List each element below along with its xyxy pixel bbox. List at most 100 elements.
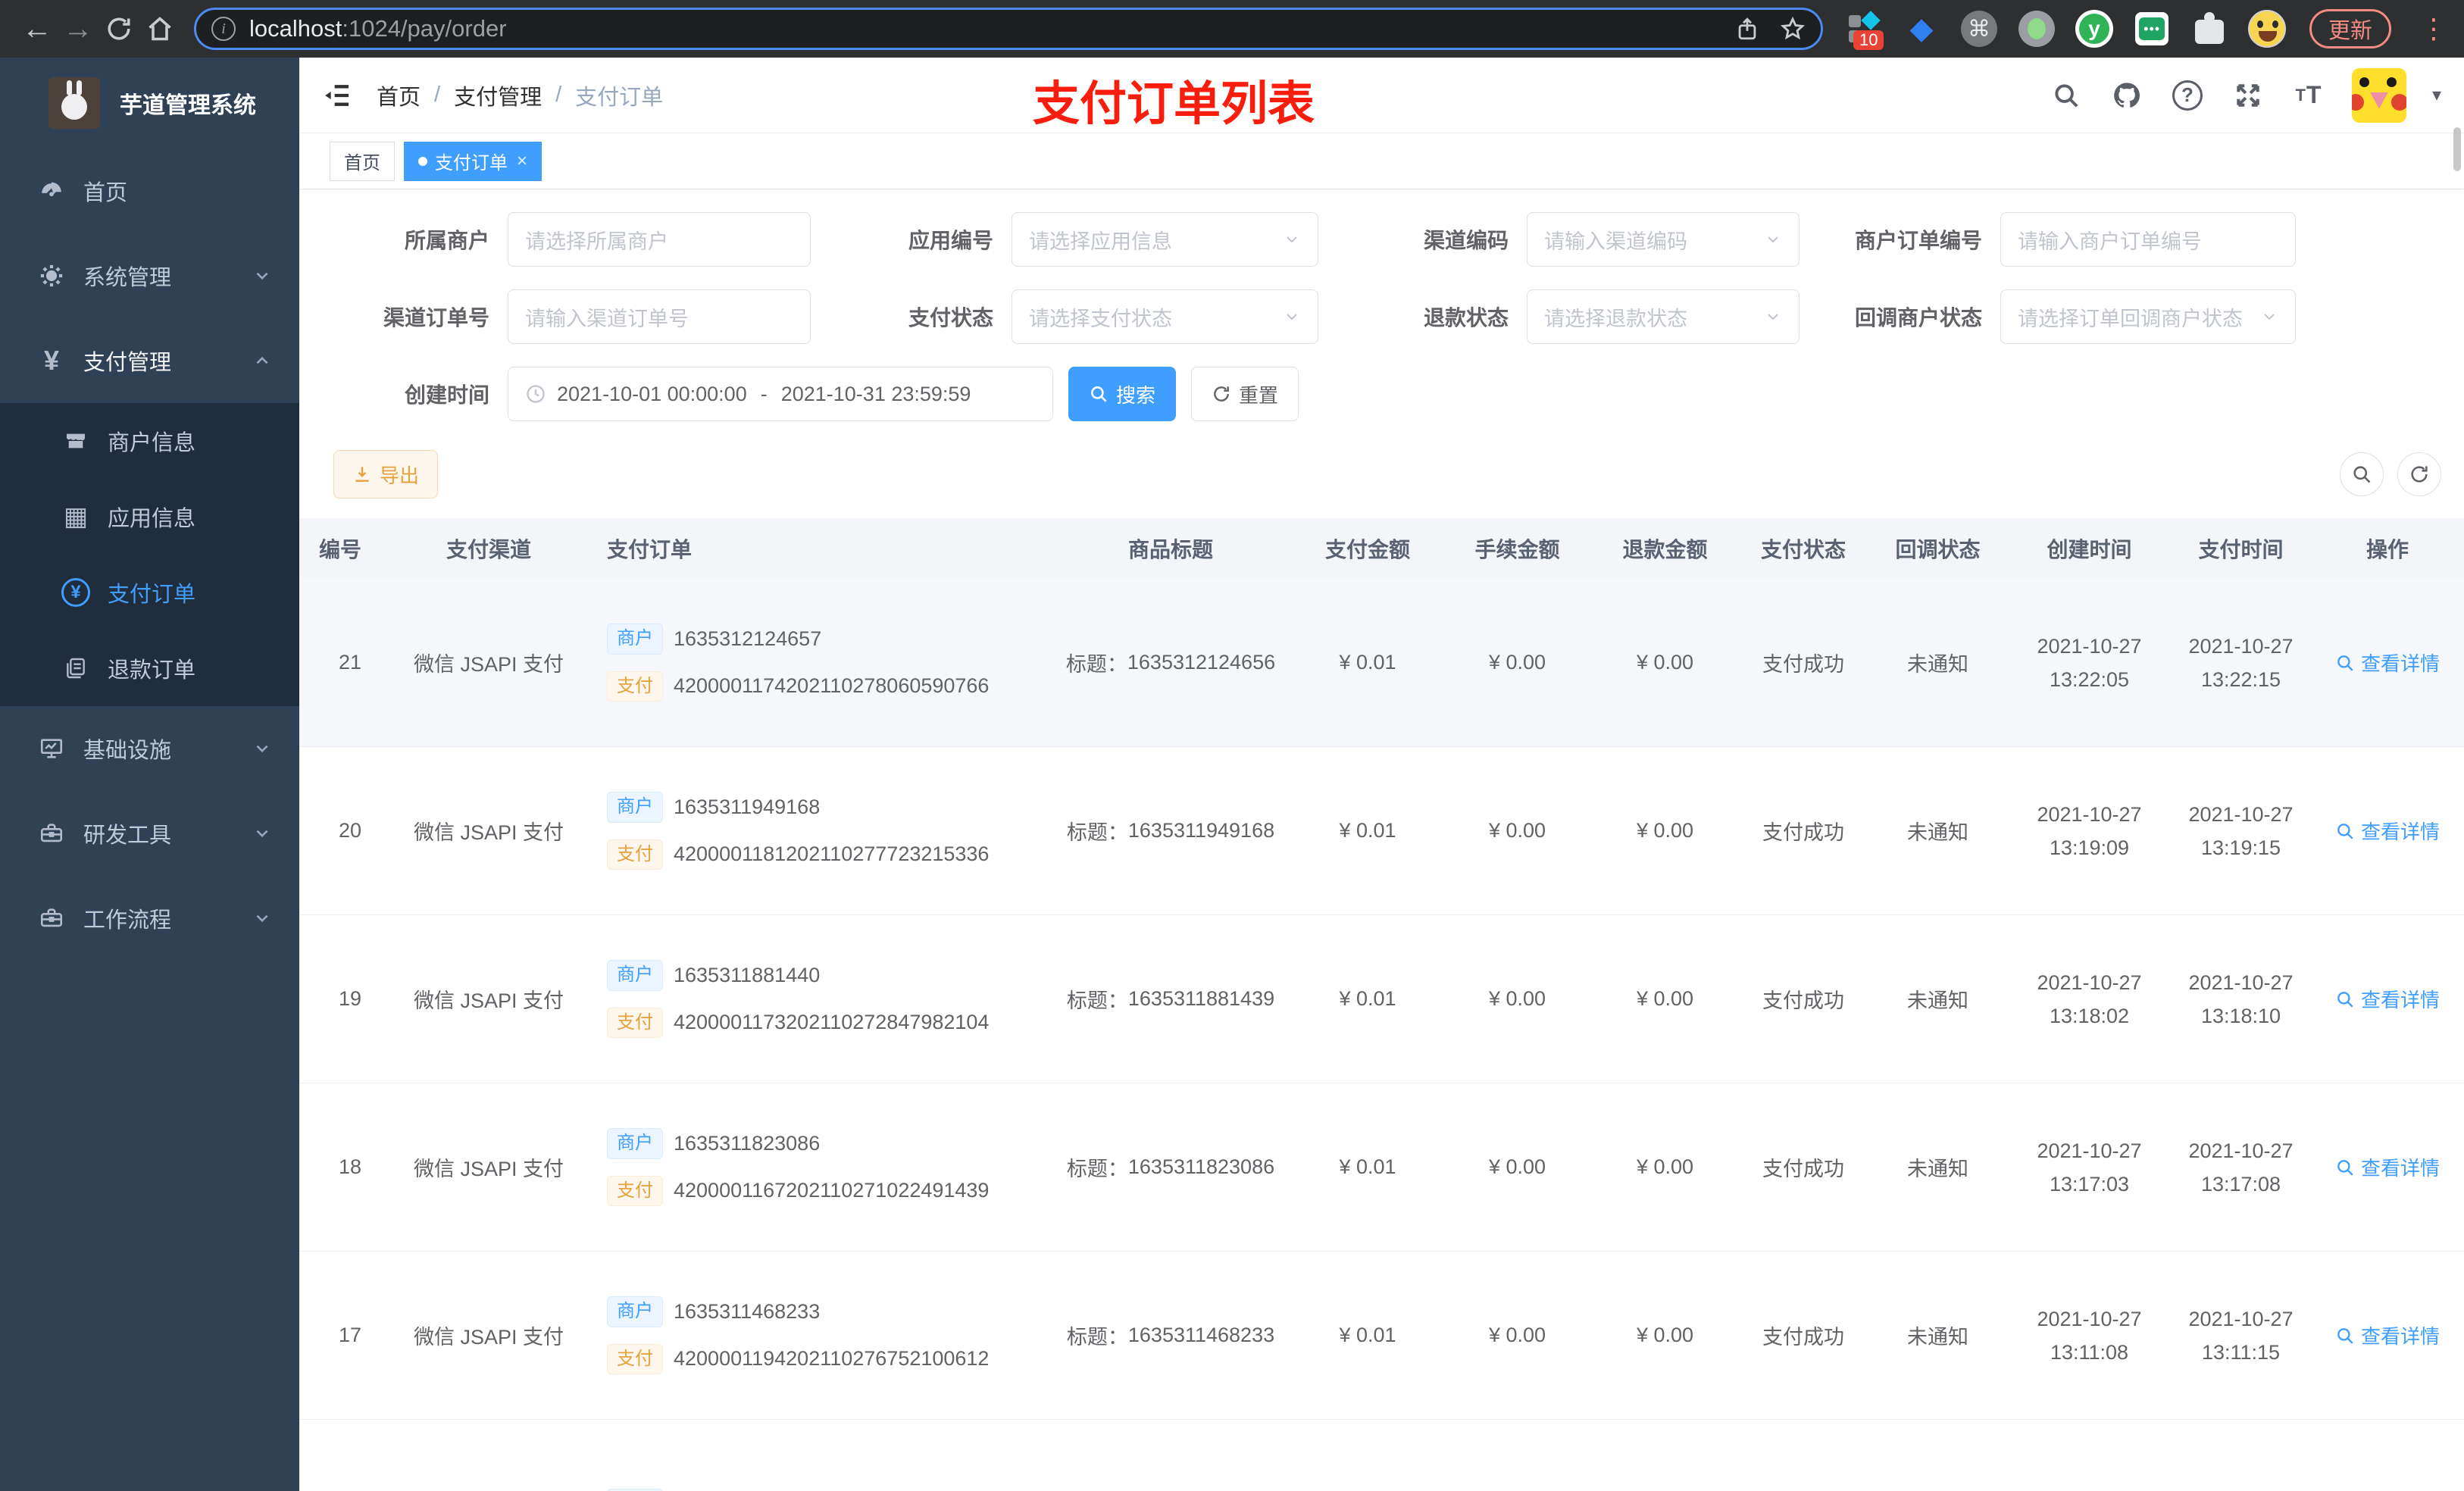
view-detail-link[interactable]: 查看详情 <box>2335 1153 2440 1181</box>
channel-code-label: 渠道编码 <box>1423 229 1509 252</box>
avatar[interactable] <box>2351 67 2406 123</box>
sidebar-item-app-info[interactable]: ▦ 应用信息 <box>0 479 299 555</box>
date-start-value: 2021-10-01 00:00:00 <box>557 382 747 405</box>
share-icon[interactable] <box>1734 16 1760 42</box>
chevron-down-icon <box>252 739 272 758</box>
sidebar-item-refund-order[interactable]: 退款订单 <box>0 630 299 706</box>
document-icon <box>59 656 92 680</box>
extension-badge-icon[interactable]: 10 <box>1844 9 1884 50</box>
avatar-caret-icon[interactable]: ▾ <box>2432 84 2441 106</box>
coin-yen-icon: ¥ <box>59 578 92 607</box>
help-icon[interactable]: ? <box>2170 78 2205 113</box>
reset-button[interactable]: 重置 <box>1191 367 1299 421</box>
shop-icon <box>59 429 92 453</box>
chevron-down-icon <box>1283 230 1301 248</box>
view-detail-link[interactable]: 查看详情 <box>2335 649 2440 677</box>
table-row: 19 微信 JSAPI 支付 商户 1635311881440 支付 4200001… <box>299 915 2464 1083</box>
recorder-extension-icon[interactable] <box>2017 9 2056 48</box>
merchant-tag: 商户 <box>607 623 663 655</box>
pay-status-select[interactable]: 请选择支付状态 <box>1012 289 1318 344</box>
refresh-button[interactable] <box>2397 452 2441 496</box>
tab-pay-order[interactable]: 支付订单 × <box>404 141 543 181</box>
pay-tag: 支付 <box>607 839 663 871</box>
channel-code-select[interactable]: 请输入渠道编码 <box>1527 212 1800 267</box>
breadcrumb-home[interactable]: 首页 <box>377 80 421 111</box>
home-icon[interactable] <box>139 8 180 49</box>
sidebar-item-merchant-info[interactable]: 商户信息 <box>0 403 299 479</box>
app-select[interactable]: 请选择应用信息 <box>1012 212 1318 267</box>
view-detail-link[interactable]: 查看详情 <box>2335 1321 2440 1349</box>
command-extension-icon[interactable]: ⌘ <box>1959 9 1999 48</box>
sidebar-item-home[interactable]: 首页 <box>0 148 299 233</box>
merchant-order-no: 1635311468233 <box>674 1299 821 1323</box>
filter-row-3: 创建时间 2021-10-01 00:00:00 - 2021-10-31 23… <box>299 367 2464 421</box>
puzzle-extension-icon[interactable] <box>2190 9 2229 48</box>
github-icon[interactable] <box>2109 78 2144 113</box>
gem-extension-icon[interactable]: ◆ <box>1902 9 1941 48</box>
pay-status-label: 支付状态 <box>908 306 993 330</box>
table-row-partial: 商户1635311354736 <box>299 1420 2464 1491</box>
merchant-tag: 商户 <box>607 1296 663 1327</box>
channel-order-label: 渠道订单号 <box>383 306 489 330</box>
channel-order-no: 4200001167202110271022491439 <box>674 1179 990 1202</box>
sidebar: 芋道管理系统 首页 系统管理 ¥ 支付管理 商户信息 ▦ 应用信息 ¥ 支付订单… <box>0 58 299 1491</box>
search-icon[interactable] <box>2049 78 2084 113</box>
toolbox-icon <box>33 905 70 931</box>
channel-order-no: 4200001173202110272847982104 <box>674 1011 990 1034</box>
collapse-sidebar-icon[interactable] <box>322 80 352 111</box>
refund-status-select[interactable]: 请选择退款状态 <box>1527 289 1800 344</box>
callback-status-select[interactable]: 请选择订单回调商户状态 <box>2000 289 2296 344</box>
pay-tag: 支付 <box>607 1007 663 1039</box>
forward-icon[interactable]: → <box>58 8 98 49</box>
reload-icon[interactable] <box>98 8 139 49</box>
chevron-down-icon <box>1764 230 1782 248</box>
chevron-down-icon <box>1283 308 1301 326</box>
toggle-search-button[interactable] <box>2340 452 2384 496</box>
date-end-value: 2021-10-31 23:59:59 <box>780 382 971 405</box>
gear-icon <box>33 263 70 289</box>
merchant-order-input[interactable]: 请输入商户订单编号 <box>2000 212 2296 267</box>
callback-status-label: 回调商户状态 <box>1854 306 1982 330</box>
breadcrumb-current: 支付订单 <box>575 85 664 110</box>
top-navbar: 首页 / 支付管理 / 支付订单 ? TT ▾ <box>299 58 2464 133</box>
export-button[interactable]: 导出 <box>333 450 439 499</box>
page-scrollbar-thumb[interactable] <box>2453 127 2461 171</box>
view-detail-link[interactable]: 查看详情 <box>2335 985 2440 1013</box>
chevron-up-icon <box>252 351 272 370</box>
yuque-extension-icon[interactable]: y <box>2075 9 2114 48</box>
browser-update-button[interactable]: 更新 <box>2309 9 2391 48</box>
active-dot-icon <box>418 156 427 166</box>
smiley-extension-icon[interactable] <box>2247 9 2287 48</box>
address-bar[interactable]: i localhost:1024/pay/order <box>194 8 1823 50</box>
tab-home[interactable]: 首页 <box>330 141 395 181</box>
close-tab-icon[interactable]: × <box>517 151 527 172</box>
sidebar-item-payment[interactable]: ¥ 支付管理 <box>0 318 299 403</box>
tags-view-bar: 首页 支付订单 × <box>299 133 2464 189</box>
bookmark-star-icon[interactable] <box>1780 16 1806 42</box>
channel-order-input[interactable]: 请输入渠道订单号 <box>508 289 811 344</box>
filter-row-1: 所属商户 请选择所属商户 应用编号 请选择应用信息 渠道编码 请输入渠道编码 商… <box>299 212 2464 267</box>
font-size-icon[interactable]: TT <box>2291 78 2326 113</box>
date-range-picker[interactable]: 2021-10-01 00:00:00 - 2021-10-31 23:59:5… <box>508 367 1053 421</box>
merchant-tag: 商户 <box>607 1488 663 1491</box>
chat-extension-icon[interactable]: ••• <box>2132 9 2172 48</box>
app-title: 芋道管理系统 <box>120 93 256 118</box>
sidebar-item-pay-order[interactable]: ¥ 支付订单 <box>0 555 299 630</box>
browser-menu-icon[interactable]: ⋮ <box>2420 13 2447 45</box>
extensions-area: 10 ◆ ⌘ y ••• 更新 ⋮ <box>1844 9 2447 50</box>
sidebar-item-dev-tools[interactable]: 研发工具 <box>0 791 299 876</box>
sidebar-item-workflow[interactable]: 工作流程 <box>0 876 299 961</box>
merchant-input[interactable]: 请选择所属商户 <box>508 212 811 267</box>
sidebar-item-system[interactable]: 系统管理 <box>0 233 299 318</box>
view-detail-link[interactable]: 查看详情 <box>2335 817 2440 845</box>
page-content: 所属商户 请选择所属商户 应用编号 请选择应用信息 渠道编码 请输入渠道编码 商… <box>299 189 2464 1491</box>
fullscreen-icon[interactable] <box>2231 78 2265 113</box>
table-header: 编号 支付渠道 支付订单 商品标题 支付金额 手续金额 退款金额 支付状态 回调… <box>299 518 2464 579</box>
search-button[interactable]: 搜索 <box>1068 367 1177 421</box>
site-info-icon[interactable]: i <box>211 17 236 41</box>
url-text[interactable]: localhost:1024/pay/order <box>249 15 1734 42</box>
sidebar-item-infrastructure[interactable]: 基础设施 <box>0 706 299 791</box>
chevron-down-icon <box>252 908 272 928</box>
back-icon[interactable]: ← <box>17 8 58 49</box>
yen-icon: ¥ <box>43 345 60 376</box>
